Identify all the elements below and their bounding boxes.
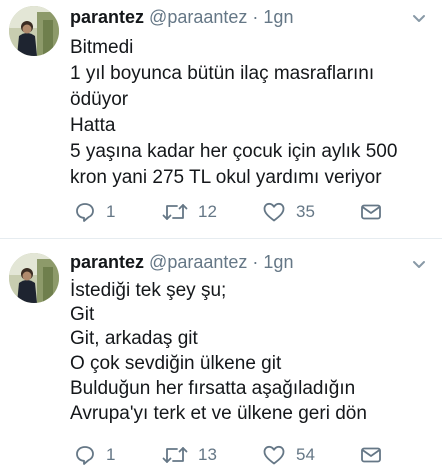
timestamp[interactable]: 1gn [263, 252, 293, 272]
retweet-button[interactable]: 12 [162, 200, 217, 224]
reply-icon [76, 446, 94, 465]
tweet-text-line: ödüyor [70, 89, 129, 110]
reply-count: 1 [106, 445, 116, 464]
time-separator: · [252, 7, 259, 27]
tweet-text-line: İstediği tek şey şu; [70, 280, 227, 301]
retweet-count: 13 [198, 445, 217, 464]
tweet-actions: 1 13 54 [70, 443, 442, 467]
tweet-text-line: Avrupa'yı terk et ve ülkene geri dön [70, 403, 367, 424]
tweet-text-line: Bitmedi [70, 37, 134, 58]
like-button[interactable]: 54 [262, 443, 315, 467]
heart-icon [263, 202, 285, 222]
tweet-text-line: kron yani 275 TL okul yardımı veriyor [70, 167, 382, 188]
tweet-text-line: 1 yıl boyunca bütün ilaç masraflarını [70, 63, 375, 84]
reply-button[interactable]: 1 [74, 443, 115, 467]
display-name[interactable]: parantez [70, 7, 144, 27]
tweet-text-line: O çok sevdiğin ülkene git [70, 353, 282, 374]
time-separator: · [252, 252, 259, 272]
heart-icon [263, 445, 285, 465]
avatar[interactable] [9, 6, 59, 56]
direct-message-button[interactable] [360, 443, 382, 467]
retweet-count: 12 [198, 202, 217, 221]
retweet-icon [162, 204, 188, 220]
tweet-text-line: Hatta [70, 115, 116, 136]
tweet-actions: 1 12 35 [70, 200, 442, 224]
reply-count: 1 [106, 202, 116, 221]
timestamp[interactable]: 1gn [263, 7, 293, 27]
tweet-text-line: Git, arkadaş git [70, 328, 198, 349]
chevron-down-icon[interactable] [412, 14, 426, 24]
tweet-text-line: Bulduğun her fırsatta aşağıladığın [70, 378, 356, 399]
chevron-down-icon[interactable] [412, 260, 426, 270]
retweet-icon [162, 447, 188, 463]
reply-button[interactable]: 1 [74, 200, 115, 224]
reply-icon [76, 203, 94, 222]
avatar[interactable] [9, 253, 59, 303]
user-handle[interactable]: @paraantez [149, 252, 247, 272]
tweet-text-line: 5 yaşına kadar her çocuk için aylık 500 [70, 141, 398, 162]
tweet[interactable]: parantez @paraantez · 1gn Bitmedi 1 yıl … [0, 0, 442, 232]
direct-message-icon [361, 204, 381, 220]
tweet-header: parantez @paraantez · 1gn [70, 252, 293, 273]
tweet-text-line: Git [70, 304, 95, 325]
display-name[interactable]: parantez [70, 252, 144, 272]
tweet[interactable]: parantez @paraantez · 1gn İstediği tek ş… [0, 239, 442, 465]
retweet-button[interactable]: 13 [162, 443, 217, 467]
like-count: 54 [296, 445, 315, 464]
tweet-header: parantez @paraantez · 1gn [70, 7, 293, 28]
like-button[interactable]: 35 [262, 200, 315, 224]
direct-message-button[interactable] [360, 200, 382, 224]
like-count: 35 [296, 202, 315, 221]
user-handle[interactable]: @paraantez [149, 7, 247, 27]
direct-message-icon [361, 447, 381, 463]
